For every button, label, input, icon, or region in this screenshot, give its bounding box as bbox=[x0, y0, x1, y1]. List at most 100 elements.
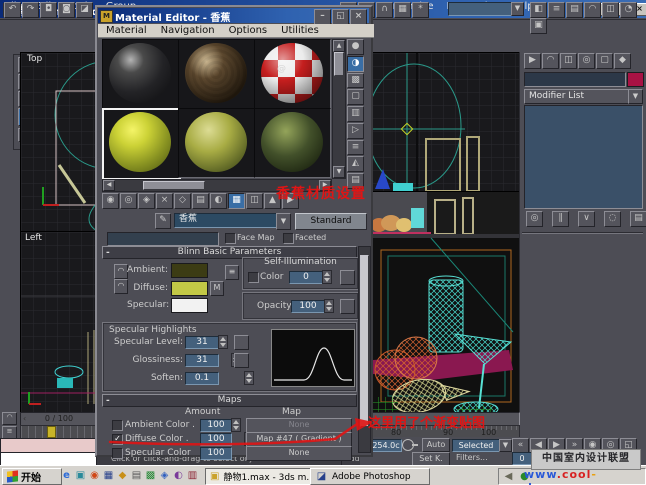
start-button[interactable]: 开始 bbox=[2, 468, 62, 485]
specular-level-field[interactable]: 31 bbox=[185, 336, 219, 349]
sample-type-icon[interactable]: ● bbox=[347, 39, 364, 55]
object-name-field[interactable] bbox=[524, 72, 626, 87]
make-material-copy-icon[interactable]: ◇ bbox=[174, 193, 191, 209]
redo-icon[interactable]: ↷ bbox=[22, 2, 39, 18]
viewport-left-label[interactable]: Left bbox=[25, 233, 42, 243]
background-icon[interactable]: ▩ bbox=[347, 73, 364, 89]
soften-field[interactable]: 0.1 bbox=[185, 372, 219, 385]
remove-modifier-icon[interactable]: ◌ bbox=[604, 211, 621, 227]
display-tab-icon[interactable]: ▢ bbox=[596, 53, 613, 69]
show-desktop-icon[interactable]: ▣ bbox=[74, 469, 87, 482]
align-icon[interactable]: ≡ bbox=[548, 2, 565, 18]
sample-slot-4-active[interactable] bbox=[102, 108, 181, 180]
named-selection-set-dropdown[interactable] bbox=[448, 2, 512, 16]
self-illum-spinner[interactable] bbox=[322, 270, 332, 284]
backlight-icon[interactable]: ◑ bbox=[347, 56, 364, 72]
me-menu-navigation[interactable]: Navigation bbox=[161, 25, 215, 36]
soften-spinner[interactable] bbox=[244, 371, 254, 385]
rollout-collapse-icon[interactable]: - bbox=[106, 248, 110, 258]
winamp-icon[interactable]: ▥ bbox=[186, 469, 199, 482]
percent-snap-icon[interactable]: ∩ bbox=[376, 2, 393, 18]
material-name-arrow[interactable]: ▼ bbox=[276, 213, 291, 230]
select-and-link-icon[interactable]: ◘ bbox=[40, 2, 57, 18]
modifier-list-arrow[interactable]: ▼ bbox=[628, 89, 643, 104]
image-viewer-icon[interactable]: ▩ bbox=[144, 469, 157, 482]
put-material-to-scene-icon[interactable]: ◎ bbox=[120, 193, 137, 209]
make-unique-icon[interactable]: ∨ bbox=[578, 211, 595, 227]
material-name-dropdown[interactable]: 香蕉 bbox=[174, 213, 280, 228]
object-color-swatch[interactable] bbox=[627, 72, 644, 87]
me-menu-utilities[interactable]: Utilities bbox=[281, 25, 319, 36]
unlink-selection-icon[interactable]: ◙ bbox=[58, 2, 75, 18]
layer-manager-icon[interactable]: ▤ bbox=[566, 2, 583, 18]
modifier-stack-list[interactable] bbox=[524, 105, 643, 209]
taskbar-item-photoshop[interactable]: ◪ Adobe Photoshop bbox=[310, 468, 430, 485]
key-filter-arrow[interactable]: ▼ bbox=[499, 439, 512, 452]
make-preview-icon[interactable]: ▷ bbox=[347, 123, 364, 139]
hierarchy-tab-icon[interactable]: ◫ bbox=[560, 53, 577, 69]
schematic-view-icon[interactable]: ◫ bbox=[602, 2, 619, 18]
minimize-button-icon[interactable]: – bbox=[314, 9, 331, 25]
specular-level-map-button[interactable] bbox=[234, 335, 249, 350]
folder-icon[interactable]: ◈ bbox=[158, 469, 171, 482]
show-end-result-icon[interactable]: ◫ bbox=[246, 193, 263, 209]
self-illum-map-button[interactable] bbox=[340, 270, 355, 285]
self-illum-color-checkbox[interactable] bbox=[248, 272, 259, 283]
show-map-in-viewport-icon[interactable]: ▦ bbox=[228, 193, 245, 209]
material-editor-icon[interactable]: ◔ bbox=[620, 2, 637, 18]
taskbar-item-3dsmax[interactable]: ▣ 静物1.max - 3ds m... bbox=[205, 468, 315, 485]
keyboard-shortcut-toggle-icon[interactable]: * bbox=[412, 2, 429, 18]
opacity-spinner[interactable] bbox=[324, 299, 334, 313]
material-editor-options-icon[interactable]: ≡ bbox=[347, 140, 364, 156]
time-slider-thumb[interactable] bbox=[47, 426, 56, 438]
glossiness-map-button[interactable] bbox=[234, 353, 249, 368]
media-player-icon[interactable]: ◉ bbox=[88, 469, 101, 482]
diffuse-color-swatch[interactable] bbox=[171, 281, 208, 296]
viewport-perspective[interactable] bbox=[370, 191, 520, 414]
track-bar-left[interactable] bbox=[20, 425, 98, 439]
pick-material-eyedropper-icon[interactable]: ✎ bbox=[155, 213, 171, 229]
modifier-list-dropdown[interactable]: Modifier List bbox=[524, 89, 634, 104]
show-end-result-stack-icon[interactable]: ∥ bbox=[552, 211, 569, 227]
sample-slot-1[interactable] bbox=[102, 39, 179, 109]
slots-scroll-down-icon[interactable]: ▼ bbox=[333, 166, 345, 178]
ie-quick-launch-icon[interactable]: e bbox=[60, 469, 73, 482]
modify-tab-icon[interactable]: ◠ bbox=[542, 53, 559, 69]
face-map-checkbox[interactable] bbox=[225, 233, 236, 244]
parameters-vscroll-thumb[interactable] bbox=[360, 255, 369, 427]
get-material-icon[interactable]: ◉ bbox=[102, 193, 119, 209]
named-selection-dropdown-arrow[interactable]: ▼ bbox=[511, 2, 524, 16]
assign-material-to-selection-icon[interactable]: ◈ bbox=[138, 193, 155, 209]
mail-icon[interactable]: ▤ bbox=[130, 469, 143, 482]
sample-slots-vscroll[interactable]: ▲ ▼ bbox=[332, 39, 346, 179]
select-by-material-icon[interactable]: ◭ bbox=[347, 156, 364, 172]
messenger-icon[interactable]: ◐ bbox=[172, 469, 185, 482]
glossiness-field[interactable]: 31 bbox=[185, 354, 219, 367]
viewport-left[interactable]: Left bbox=[20, 231, 98, 414]
specular-level-spinner[interactable] bbox=[218, 335, 228, 349]
put-to-library-icon[interactable]: ▤ bbox=[192, 193, 209, 209]
filters-button[interactable]: Filters... bbox=[456, 453, 488, 462]
material-effects-channel-icon[interactable]: ◐ bbox=[210, 193, 227, 209]
render-scene-icon[interactable]: ▣ bbox=[530, 18, 547, 34]
create-tab-icon[interactable]: ▶ bbox=[524, 53, 541, 69]
me-menu-options[interactable]: Options bbox=[229, 25, 268, 36]
restore-button-icon[interactable]: ◱ bbox=[332, 9, 349, 25]
sample-slot-5[interactable] bbox=[178, 108, 255, 178]
slots-scroll-up-icon[interactable]: ▲ bbox=[333, 40, 345, 52]
sample-slot-2[interactable] bbox=[178, 39, 255, 109]
time-slider-left-arrow[interactable]: ‹ bbox=[23, 413, 26, 424]
sample-uv-tiling-icon[interactable]: ▢ bbox=[347, 89, 364, 105]
spinner-snap-icon[interactable]: ▦ bbox=[394, 2, 411, 18]
auto-key-button[interactable]: Auto bbox=[422, 438, 450, 452]
volume-icon[interactable]: ◀ bbox=[502, 470, 515, 483]
close-button-icon[interactable]: × bbox=[350, 9, 367, 25]
diffuse-map-shortcut-button[interactable]: M bbox=[210, 281, 224, 296]
curve-editor-icon[interactable]: ◠ bbox=[584, 2, 601, 18]
key-filter-dropdown[interactable]: Selected bbox=[452, 439, 500, 452]
lock-ambient-diffuse-icon[interactable]: ◠ bbox=[114, 264, 128, 279]
photoshop-quick-launch-icon[interactable]: ▦ bbox=[102, 469, 115, 482]
utilities-tab-icon[interactable]: ◆ bbox=[614, 53, 631, 69]
opacity-map-button[interactable] bbox=[340, 299, 355, 314]
material-type-button[interactable]: Standard bbox=[295, 213, 367, 230]
